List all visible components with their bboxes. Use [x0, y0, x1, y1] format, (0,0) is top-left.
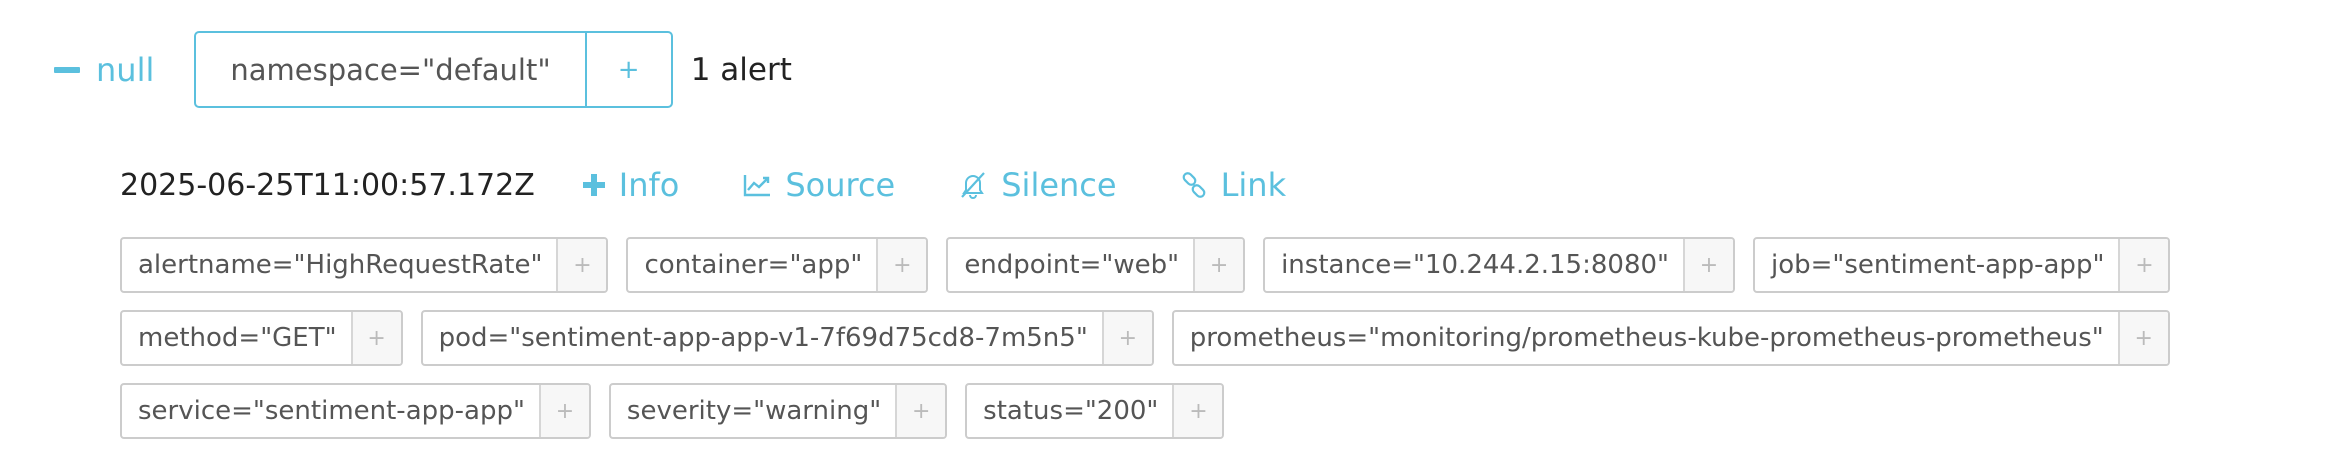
label-service: service="sentiment-app-app" + — [120, 383, 591, 439]
group-label-text[interactable]: namespace="default" — [196, 33, 587, 106]
group-label-filter: namespace="default" + — [194, 31, 673, 108]
link-button[interactable]: Link — [1181, 166, 1287, 204]
link-label: Link — [1220, 166, 1287, 204]
label-add-button[interactable]: + — [1101, 312, 1152, 364]
minus-icon[interactable] — [54, 66, 80, 73]
label-row: alertname="HighRequestRate" + container=… — [120, 237, 2320, 293]
label-severity: severity="warning" + — [608, 383, 948, 439]
silence-button[interactable]: Silence — [959, 166, 1117, 204]
info-button[interactable]: Info — [582, 166, 680, 204]
label-text[interactable]: alertname="HighRequestRate" — [122, 239, 556, 291]
label-text[interactable]: severity="warning" — [611, 385, 895, 437]
label-add-button[interactable]: + — [556, 239, 607, 291]
label-text[interactable]: pod="sentiment-app-app-v1-7f69d75cd8-7m5… — [423, 312, 1102, 364]
bell-slash-icon — [961, 172, 986, 199]
label-text[interactable]: job="sentiment-app-app" — [1755, 239, 2118, 291]
chart-line-icon — [744, 175, 771, 197]
label-instance: instance="10.244.2.15:8080" + — [1263, 237, 1735, 293]
source-label: Source — [785, 166, 896, 204]
label-container: container="app" + — [626, 237, 929, 293]
label-text[interactable]: container="app" — [628, 239, 876, 291]
link-icon — [1182, 172, 1205, 198]
label-add-button[interactable]: + — [876, 239, 927, 291]
label-add-button[interactable]: + — [538, 385, 589, 437]
label-text[interactable]: prometheus="monitoring/prometheus-kube-p… — [1174, 312, 2118, 364]
group-name[interactable]: null — [96, 51, 154, 89]
label-endpoint: endpoint="web" + — [946, 237, 1246, 293]
group-collapse-toggle[interactable]: null — [54, 51, 154, 89]
label-text[interactable]: instance="10.244.2.15:8080" — [1265, 239, 1683, 291]
label-job: job="sentiment-app-app" + — [1752, 237, 2171, 293]
plus-icon — [582, 174, 605, 196]
group-label-add-button[interactable]: + — [587, 33, 671, 106]
label-add-button[interactable]: + — [2118, 239, 2169, 291]
label-text[interactable]: endpoint="web" — [948, 239, 1193, 291]
label-prometheus: prometheus="monitoring/prometheus-kube-p… — [1171, 310, 2170, 366]
label-add-button[interactable]: + — [2117, 312, 2168, 364]
label-add-button[interactable]: + — [1682, 239, 1733, 291]
source-button[interactable]: Source — [743, 166, 895, 204]
info-label: Info — [618, 166, 680, 204]
alert-labels: alertname="HighRequestRate" + container=… — [120, 237, 2320, 456]
label-add-button[interactable]: + — [1193, 239, 1244, 291]
label-add-button[interactable]: + — [1172, 385, 1223, 437]
silence-label: Silence — [1001, 166, 1117, 204]
label-status: status="200" + — [965, 383, 1225, 439]
label-method: method="GET" + — [120, 310, 403, 366]
alert-meta-bar: 2025-06-25T11:00:57.172Z Info Source Sil… — [120, 160, 1350, 210]
alert-count: 1 alert — [690, 51, 792, 88]
label-text[interactable]: service="sentiment-app-app" — [122, 385, 539, 437]
label-add-button[interactable]: + — [350, 312, 401, 364]
label-alertname: alertname="HighRequestRate" + — [120, 237, 609, 293]
label-pod: pod="sentiment-app-app-v1-7f69d75cd8-7m5… — [420, 310, 1154, 366]
alert-timestamp: 2025-06-25T11:00:57.172Z — [120, 167, 535, 203]
alert-group-header: null namespace="default" + 1 alert — [54, 31, 792, 108]
label-row: method="GET" + pod="sentiment-app-app-v1… — [120, 310, 2320, 366]
label-text[interactable]: status="200" — [967, 385, 1172, 437]
label-row: service="sentiment-app-app" + severity="… — [120, 383, 2320, 439]
label-add-button[interactable]: + — [895, 385, 946, 437]
label-text[interactable]: method="GET" — [122, 312, 351, 364]
